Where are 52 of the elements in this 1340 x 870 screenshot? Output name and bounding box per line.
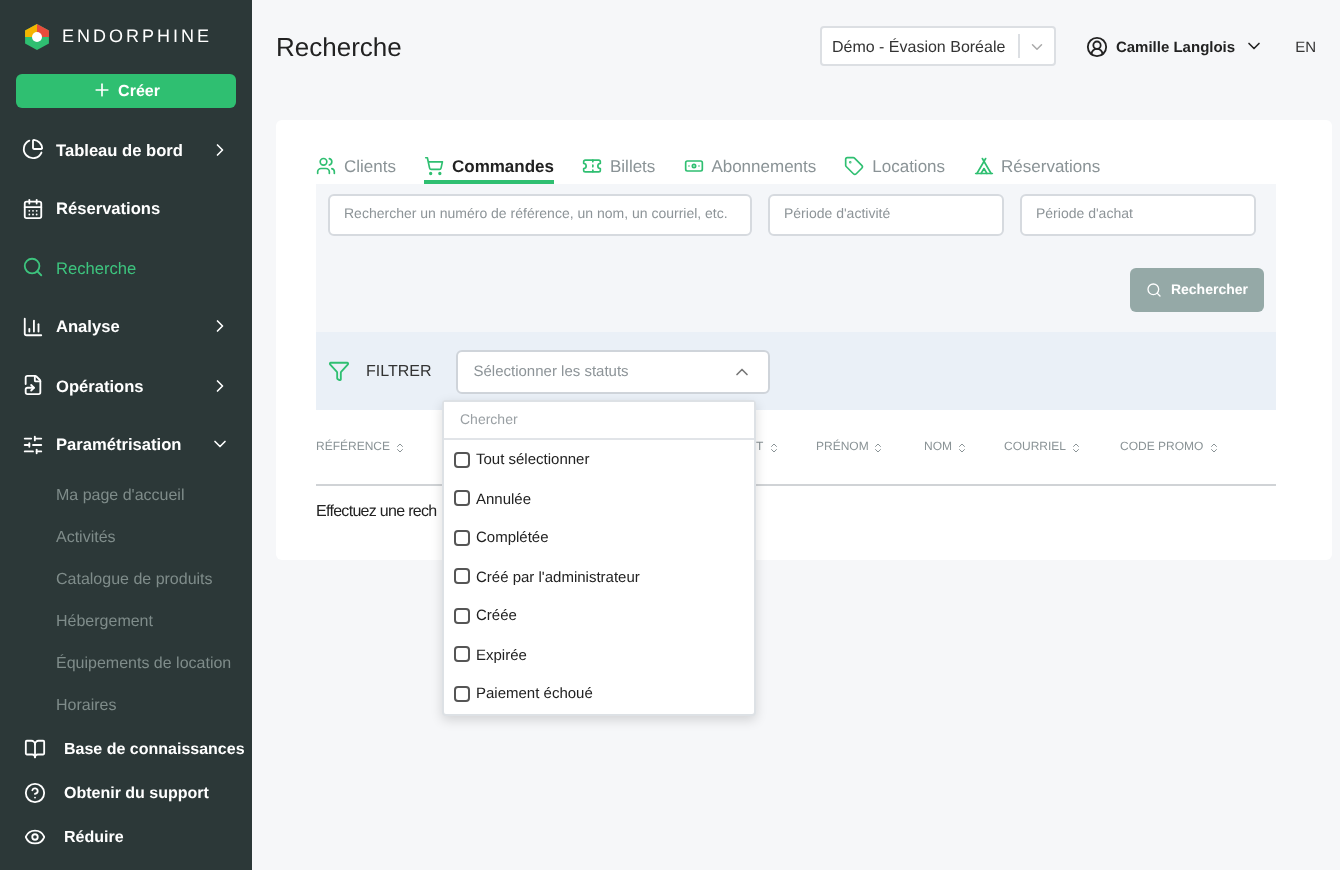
checkbox[interactable] (454, 451, 470, 468)
tab[interactable]: Réservations (973, 152, 1101, 184)
help-icon (24, 781, 46, 803)
submenu-item[interactable]: Hébergement (16, 600, 236, 642)
user-icon (1085, 35, 1108, 57)
filter-label: FILTRER (366, 362, 432, 380)
eye-icon (24, 825, 46, 847)
users-icon (316, 156, 336, 176)
checkbox[interactable] (454, 490, 470, 507)
organization-select[interactable]: Démo - Évasion Boréale (819, 26, 1056, 66)
checkbox[interactable] (454, 607, 470, 624)
calendar-icon (22, 197, 44, 220)
tab[interactable]: Clients (316, 152, 396, 184)
search-icon (22, 256, 44, 279)
create-button[interactable]: Créer (16, 73, 236, 108)
book-icon (24, 737, 46, 759)
checkbox[interactable] (454, 529, 470, 546)
checkbox[interactable] (454, 568, 470, 585)
banknote-icon (683, 156, 704, 176)
search-icon (1146, 282, 1163, 298)
filter-icon (328, 360, 350, 382)
sidebar-item[interactable]: Tableau de bord (16, 120, 236, 179)
page-title: Recherche (276, 31, 404, 61)
sidebar-item[interactable]: Paramétrisation (16, 415, 236, 474)
submenu-item[interactable]: Ma page d'accueil (16, 474, 236, 516)
cart-icon (423, 156, 444, 176)
tab[interactable]: Abonnements (683, 152, 817, 184)
checkbox[interactable] (454, 685, 470, 702)
sidebar-item[interactable]: Recherche (16, 238, 236, 297)
brand-name: ENDORPHINE (62, 26, 213, 47)
sidebar-link[interactable]: Obtenir du support (16, 770, 236, 814)
bar-chart-icon (22, 315, 44, 338)
submenu-item[interactable]: Activités (16, 516, 236, 558)
tent-icon (973, 156, 994, 176)
submenu-item[interactable]: Équipements de location (16, 642, 236, 684)
sidebar-item[interactable]: Réservations (16, 179, 236, 238)
pie-chart-icon (22, 138, 44, 161)
empty-message: Effectuez une rech (316, 502, 439, 520)
tab[interactable]: Locations (844, 152, 946, 184)
sidebar-item[interactable]: Opérations (16, 356, 236, 415)
submenu-item[interactable]: Catalogue de produits (16, 558, 236, 600)
sidebar-link[interactable]: Réduire (16, 814, 236, 858)
document-arrow-icon (22, 374, 44, 397)
tab[interactable]: Billets (582, 152, 656, 184)
plus-icon (92, 80, 113, 101)
checkbox[interactable] (454, 646, 470, 663)
logo-icon (24, 23, 50, 50)
ticket-icon (582, 156, 602, 176)
sliders-icon (22, 433, 44, 456)
tag-icon (844, 156, 865, 176)
sidebar-item[interactable]: Analyse (16, 297, 236, 356)
submenu-item[interactable]: Horaires (16, 684, 236, 726)
